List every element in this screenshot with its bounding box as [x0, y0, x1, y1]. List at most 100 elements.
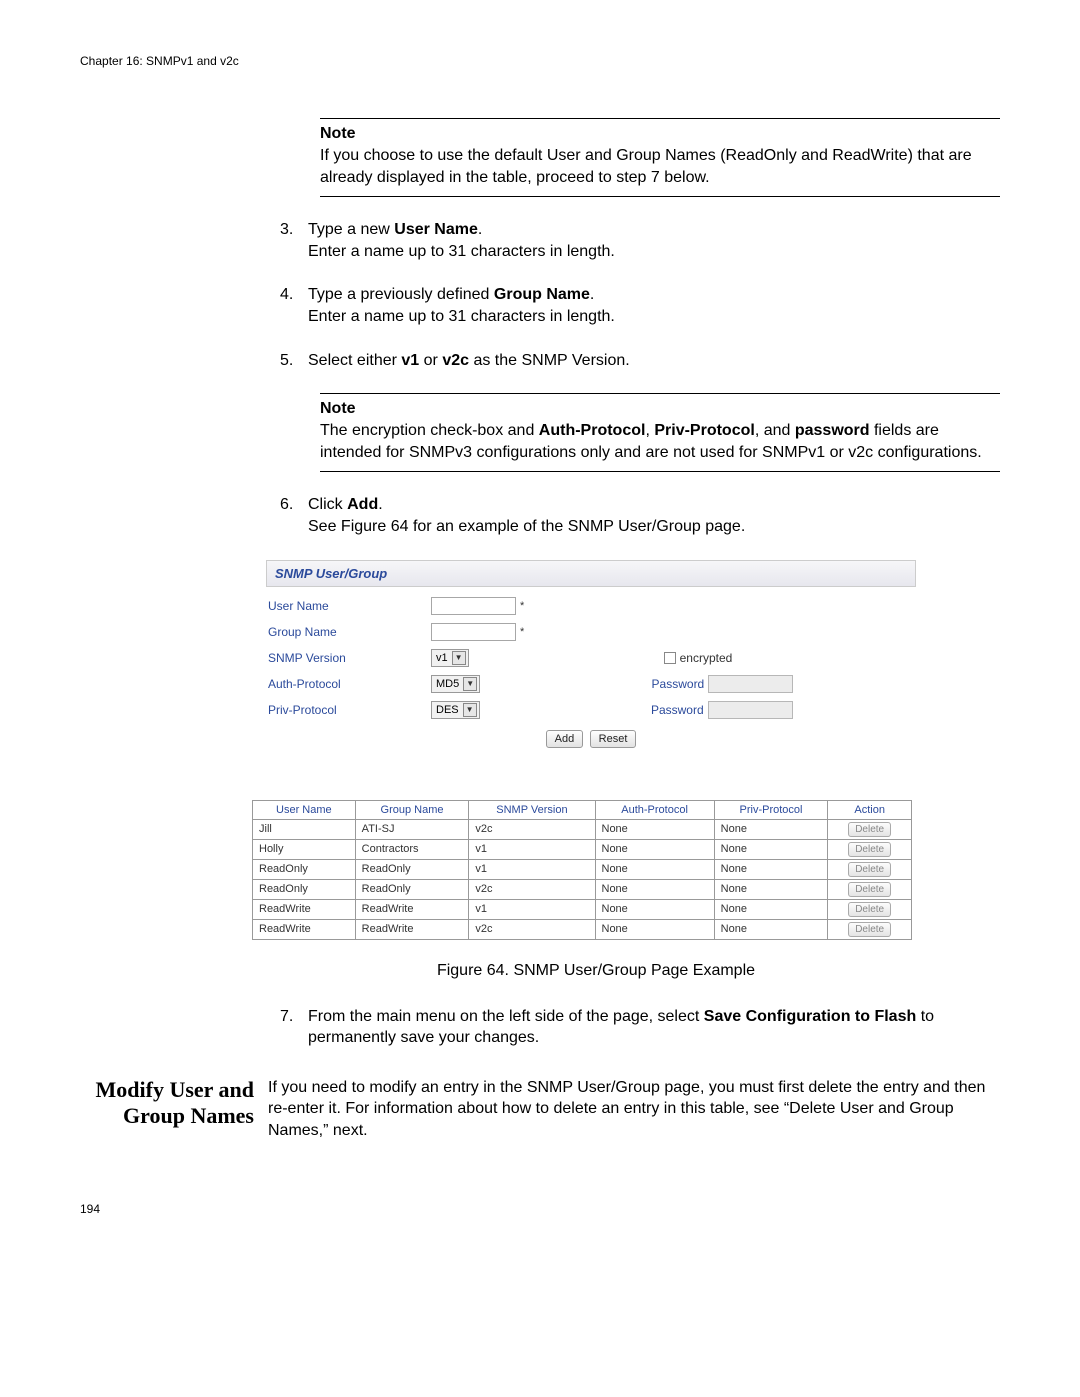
table-header: Action: [828, 800, 912, 819]
page-number: 194: [80, 1202, 1000, 1216]
table-cell: ReadOnly: [355, 879, 469, 899]
table-cell: None: [714, 819, 828, 839]
label-auth-protocol: Auth-Protocol: [266, 677, 431, 691]
table-cell-action: Delete: [828, 819, 912, 839]
add-button[interactable]: Add: [546, 730, 584, 748]
chevron-down-icon: ▼: [463, 703, 477, 717]
step-6: 6. Click Add. See Figure 64 for an examp…: [280, 494, 1000, 537]
user-name-input[interactable]: [431, 597, 516, 615]
delete-button[interactable]: Delete: [848, 862, 891, 877]
table-cell: v2c: [469, 819, 595, 839]
table-cell: ReadWrite: [253, 899, 356, 919]
text-bold: Group Name: [494, 286, 590, 303]
table-cell: None: [714, 899, 828, 919]
delete-button[interactable]: Delete: [848, 882, 891, 897]
step-4: 4. Type a previously defined Group Name.…: [280, 284, 1000, 327]
table-header: SNMP Version: [469, 800, 595, 819]
delete-button[interactable]: Delete: [848, 902, 891, 917]
group-name-input[interactable]: [431, 623, 516, 641]
table-row: JillATI-SJv2cNoneNoneDelete: [253, 819, 912, 839]
label-password: Password: [638, 703, 708, 717]
note-title: Note: [320, 400, 1000, 418]
text-bold: v1: [401, 352, 419, 369]
select-value: DES: [436, 704, 459, 716]
text: ,: [645, 422, 654, 439]
auth-protocol-select[interactable]: MD5 ▼: [431, 675, 480, 693]
table-header: User Name: [253, 800, 356, 819]
label-group-name: Group Name: [266, 625, 431, 639]
table-cell-action: Delete: [828, 919, 912, 939]
delete-button[interactable]: Delete: [848, 822, 891, 837]
select-value: MD5: [436, 678, 459, 690]
table-cell: None: [714, 839, 828, 859]
select-value: v1: [436, 652, 448, 664]
step-3: 3. Type a new User Name. Enter a name up…: [280, 219, 1000, 262]
snmp-usergroup-table: User NameGroup NameSNMP VersionAuth-Prot…: [252, 800, 912, 940]
reset-button[interactable]: Reset: [590, 730, 637, 748]
table-cell: v1: [469, 899, 595, 919]
note-title: Note: [320, 125, 1000, 143]
table-cell: None: [595, 919, 714, 939]
step-number: 5.: [280, 350, 308, 372]
label-priv-protocol: Priv-Protocol: [266, 703, 431, 717]
text: Type a previously defined: [308, 286, 494, 303]
table-cell: ATI-SJ: [355, 819, 469, 839]
table-cell: Contractors: [355, 839, 469, 859]
text: Click: [308, 496, 347, 513]
table-cell: None: [595, 879, 714, 899]
table-header: Auth-Protocol: [595, 800, 714, 819]
step-number: 3.: [280, 219, 308, 262]
table-cell: ReadWrite: [355, 919, 469, 939]
note-body: The encryption check-box and Auth-Protoc…: [320, 420, 1000, 463]
section-body: If you need to modify an entry in the SN…: [268, 1077, 1000, 1142]
text: , and: [755, 422, 795, 439]
table-cell: None: [714, 879, 828, 899]
label-encrypted: encrypted: [680, 651, 733, 665]
table-cell-action: Delete: [828, 839, 912, 859]
step-number: 4.: [280, 284, 308, 327]
table-cell: ReadOnly: [355, 859, 469, 879]
text-bold: Auth-Protocol: [539, 422, 646, 439]
snmp-version-select[interactable]: v1 ▼: [431, 649, 469, 667]
step-7: 7. From the main menu on the left side o…: [280, 1006, 1000, 1049]
table-cell-action: Delete: [828, 859, 912, 879]
table-cell: None: [595, 839, 714, 859]
priv-protocol-select[interactable]: DES ▼: [431, 701, 480, 719]
auth-password-input[interactable]: [708, 675, 793, 693]
delete-button[interactable]: Delete: [848, 842, 891, 857]
table-cell: Jill: [253, 819, 356, 839]
text: .: [590, 286, 594, 303]
text: Enter a name up to 31 characters in leng…: [308, 243, 615, 260]
panel-title: SNMP User/Group: [266, 560, 916, 587]
table-cell: None: [595, 899, 714, 919]
chevron-down-icon: ▼: [452, 651, 466, 665]
priv-password-input[interactable]: [708, 701, 793, 719]
table-cell: Holly: [253, 839, 356, 859]
figure-caption: Figure 64. SNMP User/Group Page Example: [266, 962, 926, 980]
text: See Figure 64 for an example of the SNMP…: [308, 518, 745, 535]
table-cell: v1: [469, 859, 595, 879]
table-cell: v2c: [469, 919, 595, 939]
text: Type a new: [308, 221, 394, 238]
text-bold: Add: [347, 496, 378, 513]
encrypted-checkbox[interactable]: [664, 652, 676, 664]
snmp-usergroup-panel: SNMP User/Group User Name * Group Name *…: [266, 560, 916, 940]
delete-button[interactable]: Delete: [848, 922, 891, 937]
text: The encryption check-box and: [320, 422, 539, 439]
table-row: ReadOnlyReadOnlyv2cNoneNoneDelete: [253, 879, 912, 899]
table-row: ReadWriteReadWritev2cNoneNoneDelete: [253, 919, 912, 939]
step-5: 5. Select either v1 or v2c as the SNMP V…: [280, 350, 1000, 372]
text: Enter a name up to 31 characters in leng…: [308, 308, 615, 325]
required-asterisk: *: [520, 626, 524, 638]
table-header: Group Name: [355, 800, 469, 819]
table-row: ReadOnlyReadOnlyv1NoneNoneDelete: [253, 859, 912, 879]
text-bold: password: [795, 422, 870, 439]
table-cell: None: [714, 859, 828, 879]
table-cell: ReadWrite: [253, 919, 356, 939]
table-cell: None: [714, 919, 828, 939]
label-password: Password: [638, 677, 708, 691]
note-block-1: Note If you choose to use the default Us…: [320, 118, 1000, 197]
table-cell: ReadWrite: [355, 899, 469, 919]
step-number: 6.: [280, 494, 308, 537]
text: as the SNMP Version.: [469, 352, 630, 369]
